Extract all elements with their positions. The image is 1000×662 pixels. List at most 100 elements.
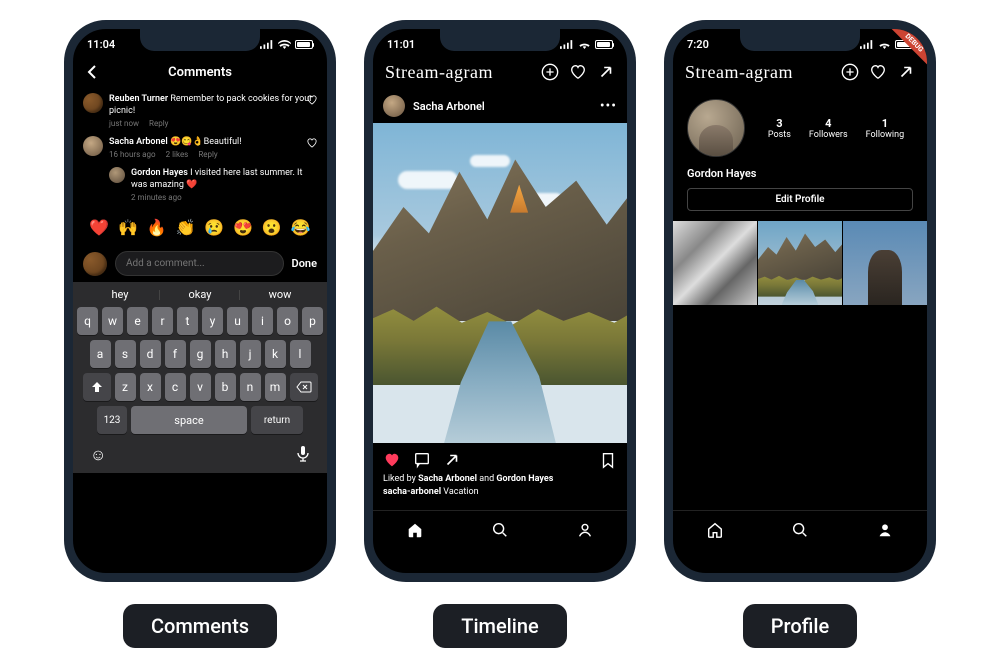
key-x[interactable]: x: [140, 373, 161, 401]
key-y[interactable]: y: [202, 307, 223, 335]
suggestion[interactable]: hey: [80, 288, 160, 301]
key-l[interactable]: l: [290, 340, 311, 368]
stat-followers[interactable]: 4Followers: [809, 117, 848, 140]
avatar[interactable]: [383, 95, 405, 117]
emoji-option[interactable]: 😢: [204, 218, 224, 237]
caption-user[interactable]: sacha-arbonel: [383, 487, 441, 497]
key-h[interactable]: h: [215, 340, 236, 368]
key-r[interactable]: r: [152, 307, 173, 335]
signal-icon: [860, 40, 874, 49]
post-author[interactable]: Sacha Arbonel: [413, 100, 485, 113]
emoji-option[interactable]: ❤️: [89, 218, 109, 237]
reply-link[interactable]: Reply: [198, 150, 217, 161]
stat-following[interactable]: 1Following: [866, 117, 905, 140]
reply-link[interactable]: Reply: [149, 119, 168, 130]
key-u[interactable]: u: [227, 307, 248, 335]
key-i[interactable]: i: [252, 307, 273, 335]
key-z[interactable]: z: [115, 373, 136, 401]
home-tab-icon[interactable]: [406, 521, 424, 539]
key-space[interactable]: space: [131, 406, 247, 434]
comments-list: Reuben Turner Remember to pack cookies f…: [73, 89, 327, 204]
avatar[interactable]: [83, 93, 103, 113]
edit-profile-button[interactable]: Edit Profile: [687, 188, 913, 211]
key-w[interactable]: w: [102, 307, 123, 335]
heart-icon[interactable]: [869, 63, 887, 81]
screen-label: Comments: [123, 604, 277, 648]
heart-icon[interactable]: [307, 138, 317, 148]
heart-icon[interactable]: [307, 95, 317, 105]
key-v[interactable]: v: [190, 373, 211, 401]
key-return[interactable]: return: [251, 406, 303, 434]
post-thumb[interactable]: [673, 221, 757, 305]
back-icon[interactable]: [85, 65, 99, 79]
suggestion[interactable]: wow: [240, 288, 320, 301]
key-n[interactable]: n: [240, 373, 261, 401]
comment-item[interactable]: Reuben Turner Remember to pack cookies f…: [83, 93, 317, 130]
key-c[interactable]: c: [165, 373, 186, 401]
caption-text: Vacation: [441, 487, 479, 497]
post-image[interactable]: [373, 123, 627, 443]
add-icon[interactable]: [841, 63, 859, 81]
avatar-large[interactable]: [687, 99, 745, 157]
key-t[interactable]: t: [177, 307, 198, 335]
emoji-option[interactable]: 👏: [176, 218, 196, 237]
emoji-option[interactable]: 🔥: [147, 218, 167, 237]
brand-logo[interactable]: Stream-agram: [685, 62, 793, 83]
avatar[interactable]: [109, 167, 125, 183]
bookmark-icon[interactable]: [599, 451, 617, 469]
profile-tab-icon[interactable]: [876, 521, 894, 539]
stat-posts[interactable]: 3Posts: [768, 117, 791, 140]
emoji-option[interactable]: 🙌: [118, 218, 138, 237]
brand-logo[interactable]: Stream-agram: [385, 62, 493, 83]
add-icon[interactable]: [541, 63, 559, 81]
emoji-option[interactable]: 😍: [233, 218, 253, 237]
key-a[interactable]: a: [90, 340, 111, 368]
heart-icon[interactable]: [569, 63, 587, 81]
mic-icon[interactable]: [296, 445, 310, 467]
key-m[interactable]: m: [265, 373, 286, 401]
comment-input[interactable]: [115, 251, 284, 276]
more-icon[interactable]: •••: [600, 98, 617, 114]
key-e[interactable]: e: [127, 307, 148, 335]
post-thumb[interactable]: [758, 221, 842, 305]
like-icon[interactable]: [383, 451, 401, 469]
emoji-option[interactable]: 😮: [262, 218, 282, 237]
emoji-quick-row: ❤️ 🙌 🔥 👏 😢 😍 😮 😂: [73, 210, 327, 245]
comment-icon[interactable]: [413, 451, 431, 469]
avatar[interactable]: [83, 136, 103, 156]
key-s[interactable]: s: [115, 340, 136, 368]
post-thumb[interactable]: [843, 221, 927, 305]
key-q[interactable]: q: [77, 307, 98, 335]
key-j[interactable]: j: [240, 340, 261, 368]
comment-item[interactable]: Sacha Arbonel 😍😋👌Beautiful! 16 hours ago…: [83, 136, 317, 161]
key-f[interactable]: f: [165, 340, 186, 368]
key-row: zxcvbnm: [76, 373, 324, 401]
liker[interactable]: Sacha Arbonel: [418, 474, 477, 484]
share-icon[interactable]: [897, 63, 915, 81]
share-arrow-icon[interactable]: [443, 451, 461, 469]
emoji-keyboard-icon[interactable]: ☺: [90, 445, 106, 467]
comment-reply-item[interactable]: Gordon Hayes I visited here last summer.…: [109, 167, 317, 204]
key-g[interactable]: g: [190, 340, 211, 368]
key-o[interactable]: o: [277, 307, 298, 335]
emoji-option[interactable]: 😂: [291, 218, 311, 237]
liker[interactable]: Gordon Hayes: [496, 474, 553, 484]
share-icon[interactable]: [597, 63, 615, 81]
avatar-self[interactable]: [83, 252, 107, 276]
key-shift[interactable]: [83, 373, 111, 401]
comment-likes[interactable]: 2 likes: [166, 150, 189, 161]
key-backspace[interactable]: [290, 373, 318, 401]
key-k[interactable]: k: [265, 340, 286, 368]
key-d[interactable]: d: [140, 340, 161, 368]
key-b[interactable]: b: [215, 373, 236, 401]
key-numbers[interactable]: 123: [97, 406, 127, 434]
done-button[interactable]: Done: [292, 257, 317, 270]
suggestion[interactable]: okay: [160, 288, 240, 301]
search-tab-icon[interactable]: [791, 521, 809, 539]
screen-label: Timeline: [433, 604, 566, 648]
key-p[interactable]: p: [302, 307, 323, 335]
home-tab-icon[interactable]: [706, 521, 724, 539]
search-tab-icon[interactable]: [491, 521, 509, 539]
tab-bar: [373, 510, 627, 547]
profile-tab-icon[interactable]: [576, 521, 594, 539]
